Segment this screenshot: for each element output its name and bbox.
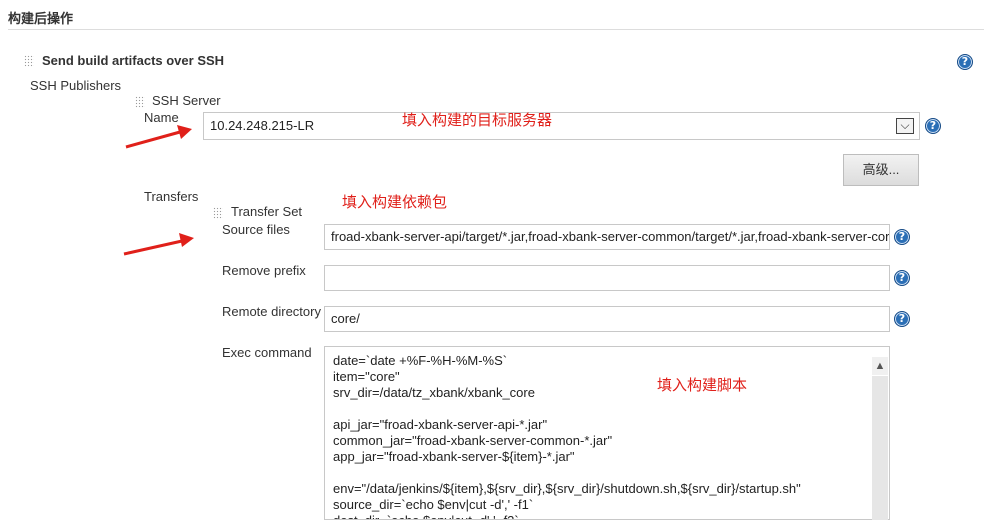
transfers-label: Transfers (144, 189, 199, 204)
source-files-label: Source files (222, 222, 290, 237)
remove-prefix-input[interactable] (324, 265, 890, 291)
plugin-title: Send build artifacts over SSH (42, 53, 225, 68)
remove-prefix-label: Remove prefix (222, 263, 306, 278)
section-title: 构建后操作 (8, 11, 74, 26)
section-divider (8, 29, 984, 30)
help-icon[interactable]: ? (957, 54, 973, 70)
help-icon[interactable]: ? (894, 270, 910, 286)
server-name-select[interactable]: 10.24.248.215-LR (203, 112, 920, 140)
help-icon[interactable]: ? (894, 311, 910, 327)
advanced-button[interactable]: 高级... (843, 154, 919, 186)
remote-directory-input[interactable]: core/ (324, 306, 890, 332)
scroll-up-icon[interactable]: ▲ (872, 357, 888, 375)
arrow-annotation-icon (123, 233, 194, 256)
remote-directory-label: Remote directory (222, 304, 321, 319)
ssh-publishers-label: SSH Publishers (30, 78, 122, 93)
scrollbar[interactable] (872, 376, 888, 520)
ssh-server-header: SSH Server (152, 93, 221, 108)
drag-handle-icon[interactable] (135, 96, 145, 108)
drag-handle-icon[interactable] (24, 55, 34, 67)
exec-command-textarea[interactable]: date=`date +%F-%H-%M-%S` item="core" srv… (324, 346, 890, 520)
exec-command-text: date=`date +%F-%H-%M-%S` item="core" srv… (333, 353, 801, 519)
exec-command-label: Exec command (222, 345, 312, 360)
annotation-deps: 填入构建依赖包 (342, 193, 448, 211)
annotation-script: 填入构建脚本 (657, 376, 748, 394)
help-icon[interactable]: ? (894, 229, 910, 245)
drag-handle-icon[interactable] (213, 207, 223, 219)
chevron-down-icon[interactable]: ⌵ (896, 118, 914, 134)
source-files-input[interactable]: froad-xbank-server-api/target/*.jar,froa… (324, 224, 890, 250)
annotation-server: 填入构建的目标服务器 (402, 111, 553, 129)
help-icon[interactable]: ? (925, 118, 941, 134)
arrow-annotation-icon (125, 125, 192, 149)
server-name-value: 10.24.248.215-LR (210, 118, 315, 133)
transfer-set-header: Transfer Set (231, 204, 303, 219)
